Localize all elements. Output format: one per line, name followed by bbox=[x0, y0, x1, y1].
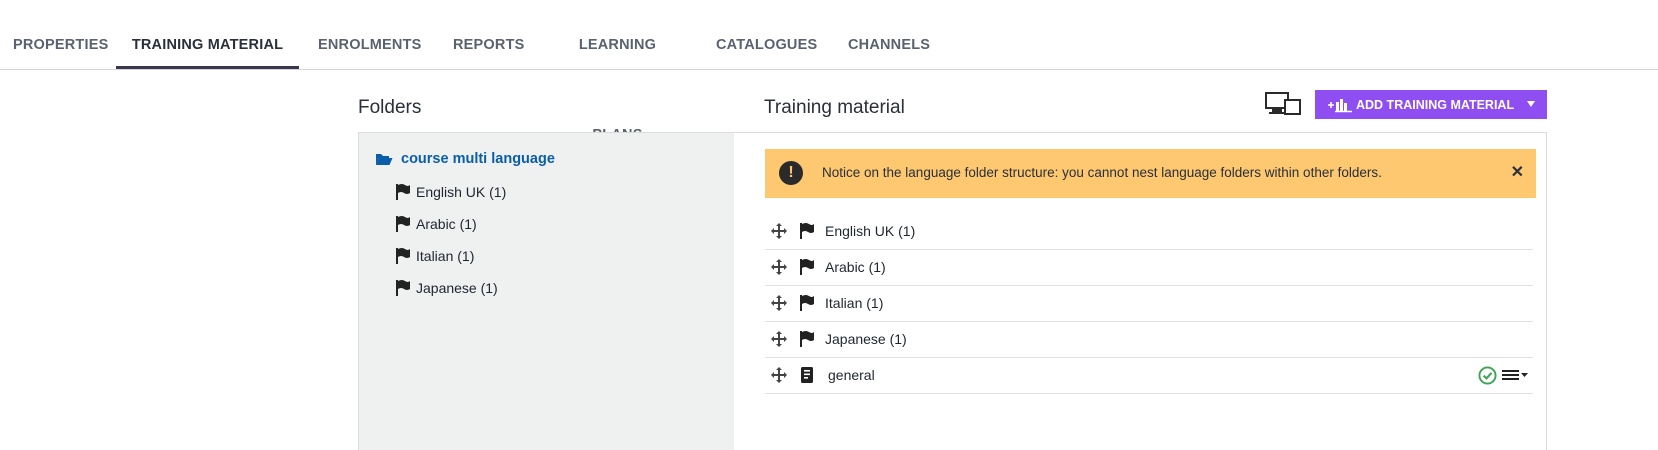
move-handle-icon[interactable] bbox=[770, 258, 788, 276]
material-row-japanese[interactable]: Japanese (1) bbox=[765, 321, 1533, 358]
flag-icon bbox=[396, 248, 410, 264]
close-icon[interactable]: ✕ bbox=[1511, 163, 1524, 183]
folder-open-icon bbox=[376, 154, 393, 165]
material-row-arabic[interactable]: Arabic (1) bbox=[765, 249, 1533, 286]
material-row-label: general bbox=[828, 367, 875, 383]
tab-reports[interactable]: REPORTS bbox=[453, 0, 524, 67]
material-row-english-uk[interactable]: English UK (1) bbox=[765, 213, 1533, 250]
folder-item-label: Arabic (1) bbox=[416, 216, 477, 232]
add-button-label: ADD TRAINING MATERIAL bbox=[1356, 97, 1515, 112]
folder-item-label: English UK (1) bbox=[416, 184, 507, 200]
material-row-label: Arabic (1) bbox=[825, 259, 886, 275]
material-row-label: Japanese (1) bbox=[825, 331, 907, 347]
flag-icon bbox=[800, 295, 814, 311]
folder-item-english-uk[interactable]: English UK (1) bbox=[395, 182, 506, 202]
flag-icon bbox=[396, 280, 410, 296]
material-row-label: English UK (1) bbox=[825, 223, 916, 239]
tab-enrolments[interactable]: ENROLMENTS bbox=[318, 0, 421, 67]
flag-icon bbox=[800, 259, 814, 275]
row-actions-menu-icon[interactable] bbox=[1501, 368, 1529, 382]
tab-channels[interactable]: CHANNELS bbox=[848, 0, 930, 67]
flag-icon bbox=[800, 331, 814, 347]
material-row-italian[interactable]: Italian (1) bbox=[765, 285, 1533, 322]
flag-icon bbox=[396, 216, 410, 232]
device-preview-icon[interactable] bbox=[1265, 92, 1301, 116]
folder-item-label: Japanese (1) bbox=[416, 280, 498, 296]
move-handle-icon[interactable] bbox=[770, 330, 788, 348]
tab-bar: PROPERTIES TRAINING MATERIAL ENROLMENTS … bbox=[0, 0, 1658, 143]
tab-catalogues[interactable]: CATALOGUES bbox=[716, 0, 817, 67]
move-handle-icon[interactable] bbox=[770, 366, 788, 384]
training-material-heading: Training material bbox=[764, 97, 905, 118]
tab-training-material[interactable]: TRAINING MATERIAL bbox=[116, 0, 299, 67]
caret-down-icon bbox=[1527, 101, 1535, 107]
tab-properties[interactable]: PROPERTIES bbox=[13, 0, 108, 67]
document-icon bbox=[801, 367, 813, 383]
flag-icon bbox=[800, 223, 814, 239]
folder-item-japanese[interactable]: Japanese (1) bbox=[395, 278, 498, 298]
folder-item-italian[interactable]: Italian (1) bbox=[395, 246, 474, 266]
add-material-icon bbox=[1328, 98, 1352, 112]
folders-heading: Folders bbox=[358, 97, 422, 118]
language-folder-notice: ! Notice on the language folder structur… bbox=[765, 149, 1536, 198]
published-check-icon[interactable] bbox=[1478, 366, 1497, 385]
move-handle-icon[interactable] bbox=[770, 222, 788, 240]
folder-item-label: Italian (1) bbox=[416, 248, 475, 264]
active-tab-indicator bbox=[116, 66, 299, 69]
root-folder-label: course multi language bbox=[401, 151, 555, 167]
flag-icon bbox=[396, 184, 410, 200]
notice-text: Notice on the language folder structure:… bbox=[822, 165, 1382, 180]
material-row-general[interactable]: general bbox=[765, 357, 1533, 394]
folder-tree-root[interactable]: course multi language bbox=[375, 149, 555, 169]
move-handle-icon[interactable] bbox=[770, 294, 788, 312]
folder-item-arabic[interactable]: Arabic (1) bbox=[395, 214, 477, 234]
exclamation-icon: ! bbox=[779, 161, 803, 185]
folders-panel: course multi language English UK (1) Ara… bbox=[358, 132, 736, 450]
material-row-label: Italian (1) bbox=[825, 295, 884, 311]
tab-learning-plans[interactable]: LEARNING PLANS bbox=[555, 0, 680, 143]
add-training-material-button[interactable]: ADD TRAINING MATERIAL bbox=[1315, 90, 1547, 119]
